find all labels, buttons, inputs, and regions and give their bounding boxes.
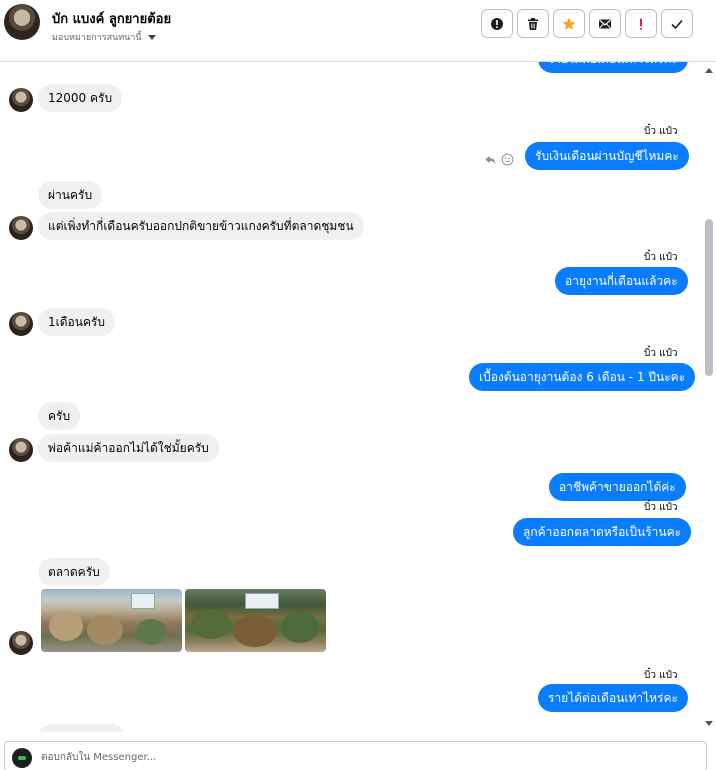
sender-name: บิ๋ว แป๋ว (644, 670, 678, 681)
emoji-reaction-icon[interactable] (501, 153, 514, 166)
message-bubble-incoming[interactable]: พ่อค้าแม่ค้าออกไม่ได้ใช่มั้ยครับ (38, 434, 219, 462)
message-bubble-outgoing[interactable]: รับเงินเดือนผ่านบัญชีไหมคะ (525, 142, 689, 170)
trash-icon (528, 17, 538, 30)
contact-name[interactable]: บัก แบงค์ ลูกยายต้อย (52, 8, 171, 29)
food-bag (49, 611, 83, 641)
star-icon (562, 17, 576, 30)
page-avatar (12, 748, 32, 768)
reply-composer (4, 741, 707, 770)
sender-name: บิ๋ว แป๋ว (644, 348, 678, 359)
food-bag (87, 615, 123, 645)
mark-done-button[interactable] (661, 9, 693, 38)
message-bubble-incoming[interactable]: 12000 ครับ (38, 84, 123, 112)
scroll-up-icon[interactable] (705, 68, 713, 73)
food-pack (281, 611, 319, 643)
inbox-conversation-panel: บัก แบงค์ ลูกยายต้อย มอบหมายการสนทนานี้ … (0, 0, 716, 770)
contact-avatar[interactable] (4, 4, 40, 40)
sender-name: บิ๋ว แป๋ว (644, 126, 678, 137)
follow-up-button[interactable] (481, 9, 513, 38)
exclamation-icon (640, 18, 642, 30)
message-bubble-incoming[interactable]: 1เดือนครับ (38, 308, 116, 336)
customer-avatar (9, 438, 33, 462)
sender-name: บิ๋ว แป๋ว (644, 252, 678, 263)
market-photo-2[interactable] (185, 589, 326, 652)
customer-avatar (9, 312, 33, 336)
price-sign (131, 593, 155, 609)
food-bag (136, 619, 166, 645)
message-bubble-outgoing[interactable]: รายได้ต่อเดือนเท่าไหร่คะ (538, 684, 688, 712)
message-bubble-incoming[interactable]: แต่เพิ่งทำกี่เดือนครับออกปกติขายข้าวแกงค… (38, 212, 364, 240)
message-bubble-incoming[interactable]: ครับ (38, 402, 81, 430)
scrollbar-thumb[interactable] (705, 219, 713, 376)
message-thread: รายได้ต่อเดือนเท่าไหร่คะ 12000 ครับ บิ๋ว… (0, 62, 702, 732)
sender-name: บิ๋ว แป๋ว (644, 502, 678, 513)
message-bubble-outgoing[interactable]: เบื้องต้นอายุงานต้อง 6 เดือน - 1 ปีนะคะ (469, 363, 696, 391)
message-bubble-incoming[interactable]: ตลาดครับ (38, 558, 110, 586)
exclamation-circle-icon (491, 17, 503, 30)
message-bubble-outgoing[interactable]: ลูกค้าออกตลาดหรือเป็นร้านคะ (513, 518, 692, 546)
customer-avatar (9, 631, 33, 655)
message-bubble-incoming[interactable]: ผ่านครับ (38, 181, 103, 209)
check-icon (671, 19, 683, 29)
mark-spam-button[interactable] (625, 9, 657, 38)
market-photo-1[interactable] (41, 589, 182, 652)
price-sign (245, 593, 279, 609)
mark-unread-button[interactable] (589, 9, 621, 38)
assign-label: มอบหมายการสนทนานี้ (52, 33, 142, 43)
message-bubble-outgoing[interactable]: อาชีพค้าขายออกได้ค่ะ (549, 473, 686, 501)
assign-conversation-dropdown[interactable]: มอบหมายการสนทนานี้ (52, 30, 156, 44)
envelope-icon (599, 19, 611, 28)
chevron-down-icon (147, 34, 156, 40)
thread-scrollbar[interactable] (702, 62, 716, 732)
scroll-down-icon[interactable] (705, 721, 713, 726)
reply-input[interactable] (41, 747, 681, 767)
message-bubble-incoming[interactable] (38, 724, 126, 732)
customer-avatar (9, 216, 33, 240)
message-bubble-outgoing[interactable]: รายได้ต่อเดือนเท่าไหร่คะ (538, 62, 688, 73)
customer-avatar (9, 88, 33, 112)
food-pack (191, 609, 231, 639)
reply-icon[interactable] (484, 153, 497, 166)
conversation-header: บัก แบงค์ ลูกยายต้อย มอบหมายการสนทนานี้ (0, 0, 716, 62)
star-button[interactable] (553, 9, 585, 38)
food-pack (233, 615, 277, 647)
message-bubble-outgoing[interactable]: อายุงานกี่เดือนแล้วคะ (555, 267, 688, 295)
message-actions (484, 153, 514, 166)
delete-button[interactable] (517, 9, 549, 38)
